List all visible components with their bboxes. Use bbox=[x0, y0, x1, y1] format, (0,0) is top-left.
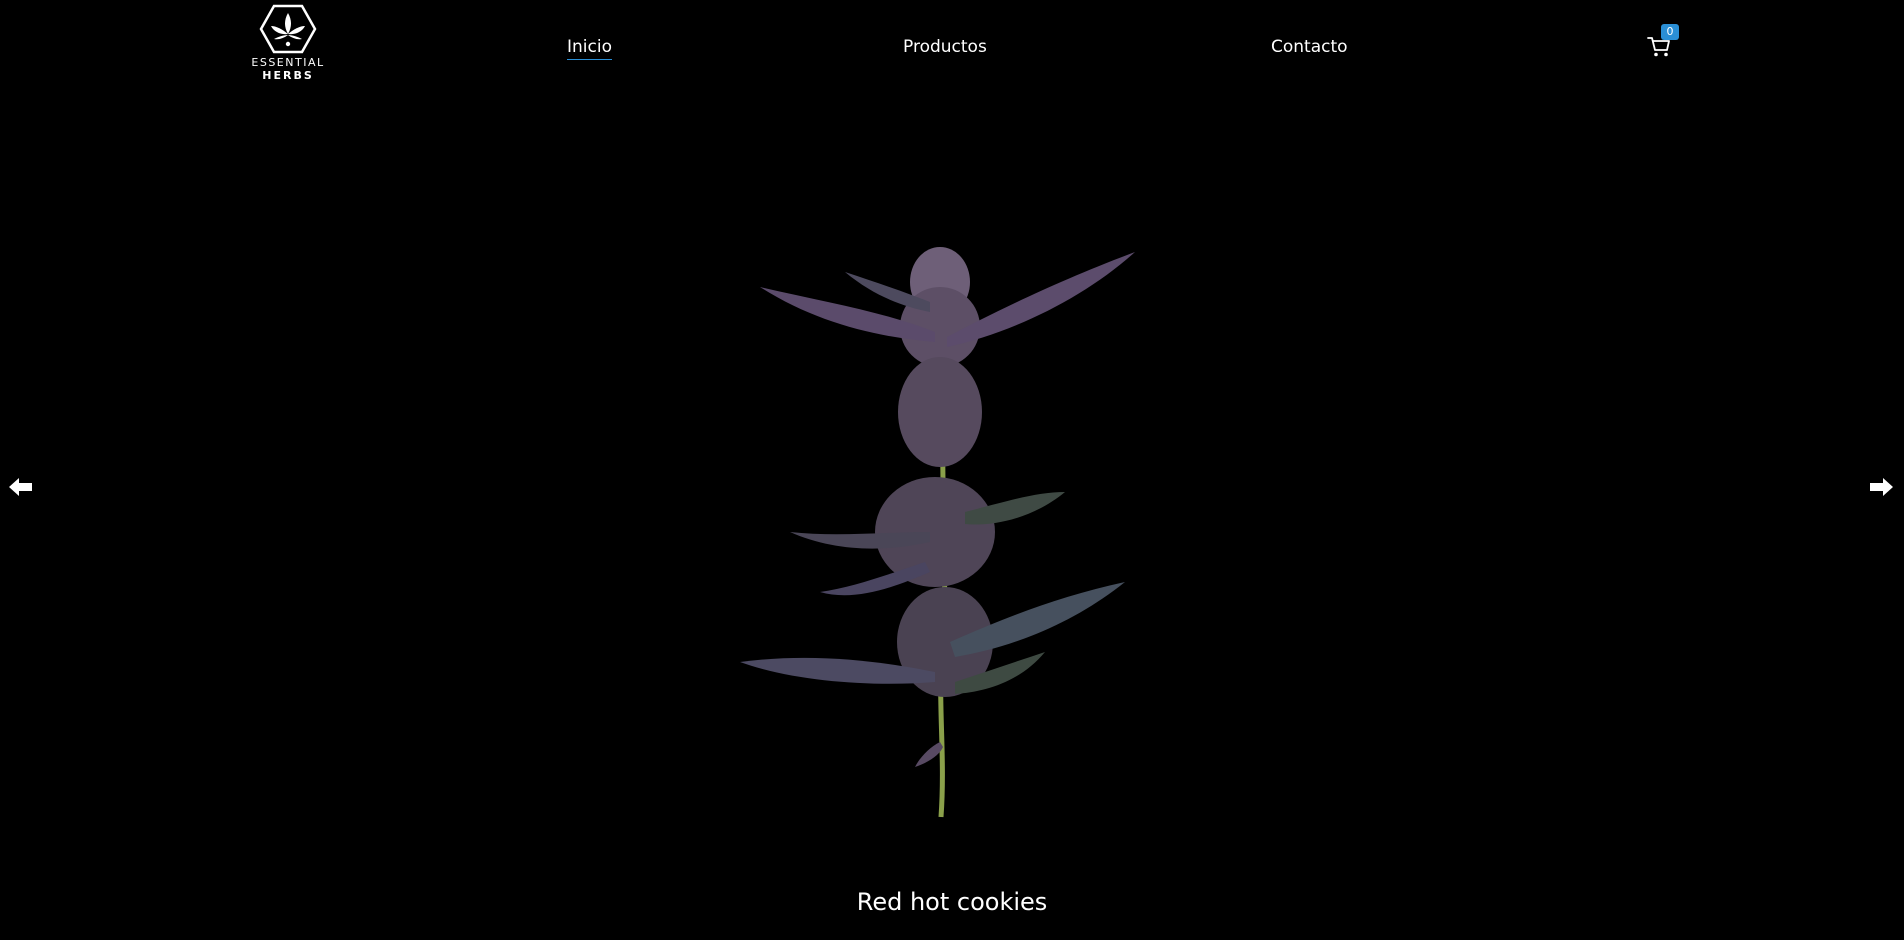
hero-carousel: Red hot cookies bbox=[0, 92, 1904, 940]
arrow-left-icon bbox=[9, 478, 32, 496]
arrow-right-icon bbox=[1870, 478, 1893, 496]
logo-text-line1: ESSENTIAL bbox=[251, 56, 325, 69]
site-header: ESSENTIAL HERBS Inicio Productos Contact… bbox=[0, 0, 1904, 92]
slide-caption: Red hot cookies bbox=[856, 888, 1048, 916]
nav-link-productos[interactable]: Productos bbox=[903, 36, 987, 58]
hexagon-leaf-icon bbox=[259, 4, 317, 54]
carousel-next-button[interactable] bbox=[1868, 475, 1894, 499]
logo[interactable]: ESSENTIAL HERBS bbox=[247, 4, 329, 88]
cart-button[interactable]: 0 bbox=[1647, 24, 1679, 60]
nav-link-contacto[interactable]: Contacto bbox=[1271, 36, 1348, 58]
cart-count-badge: 0 bbox=[1661, 24, 1679, 40]
logo-text-line2: HERBS bbox=[262, 69, 314, 82]
plant-image bbox=[735, 242, 1155, 822]
carousel-prev-button[interactable] bbox=[8, 475, 34, 499]
nav-link-inicio[interactable]: Inicio bbox=[567, 36, 612, 60]
page: ESSENTIAL HERBS Inicio Productos Contact… bbox=[0, 0, 1904, 940]
